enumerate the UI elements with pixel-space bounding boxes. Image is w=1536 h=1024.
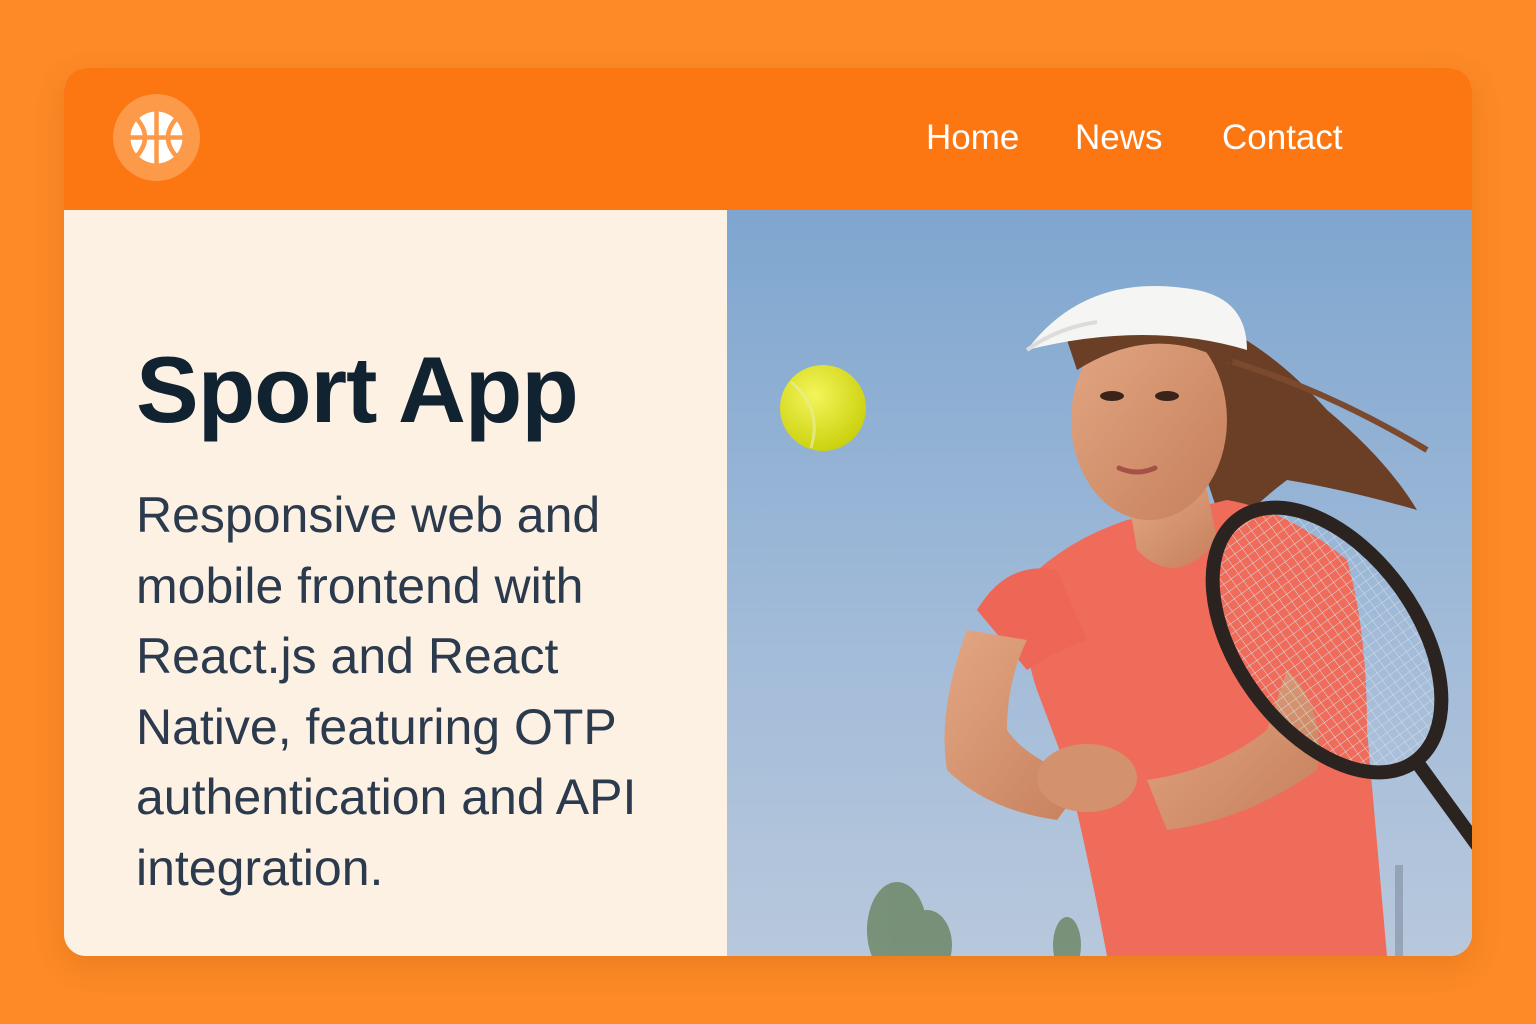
basketball-icon <box>128 109 185 166</box>
nav-link-news[interactable]: News <box>1075 116 1163 160</box>
hero-title: Sport App <box>136 337 579 442</box>
nav-link-home[interactable]: Home <box>926 116 1019 160</box>
hero-image-tennis-player <box>727 210 1472 956</box>
nav-link-contact[interactable]: Contact <box>1222 116 1343 160</box>
hero-card: Home News Contact Sport App Responsive w… <box>64 68 1472 956</box>
hero-description: Responsive web and mobile frontend with … <box>136 487 637 896</box>
top-nav-bar: Home News Contact <box>64 68 1472 210</box>
logo[interactable] <box>113 94 200 181</box>
hero-text-panel: Sport App Responsive web and mobile fron… <box>64 210 727 956</box>
